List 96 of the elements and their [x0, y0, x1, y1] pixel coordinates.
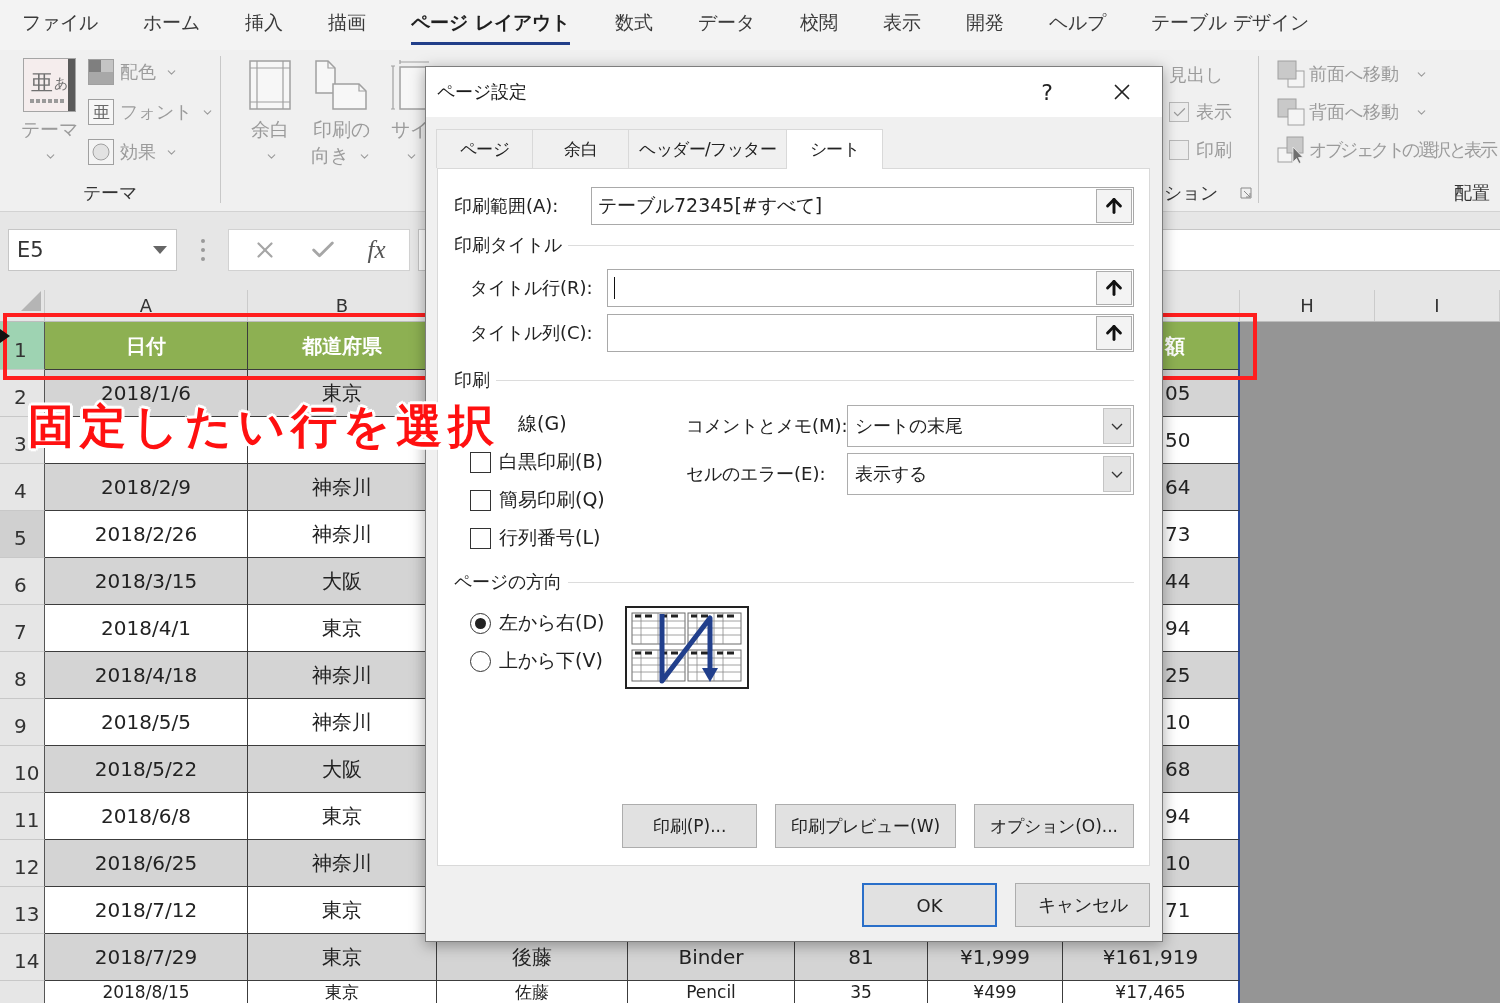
insert-function-button[interactable]: fx: [367, 236, 386, 264]
dialog-tab[interactable]: ページ: [436, 129, 533, 168]
dialog-tab[interactable]: シート: [786, 129, 884, 169]
field-label: タイトル列(C):: [470, 321, 594, 345]
dropdown-field[interactable]: シートの末尾: [847, 405, 1134, 447]
page-margins-icon: [249, 60, 291, 110]
caret-icon: [153, 246, 167, 254]
radio-button[interactable]: [470, 612, 491, 634]
title-input-field[interactable]: [607, 314, 1134, 352]
pages-icon: [315, 60, 367, 110]
field-label: タイトル行(R):: [470, 276, 594, 300]
title-input-field[interactable]: [607, 269, 1134, 307]
chevron-down-icon: [1103, 456, 1131, 492]
section-heading: 印刷タイトル: [454, 233, 562, 257]
checkbox[interactable]: [470, 489, 491, 511]
checkbox-label[interactable]: 行列番号(L): [499, 525, 601, 551]
table-cell: 2018/8/15: [45, 981, 248, 1003]
section-heading: 印刷: [454, 368, 490, 392]
row-header[interactable]: 4: [0, 464, 45, 511]
table-cell: 2018/7/29: [45, 934, 248, 981]
ribbon-heading-label: 見出し: [1169, 63, 1224, 87]
bring-forward-icon: [1277, 60, 1305, 88]
row-header[interactable]: 12: [0, 840, 45, 887]
field-label: コメントとメモ(M):: [686, 414, 847, 438]
row-header[interactable]: 9: [0, 699, 45, 746]
ribbon-tab[interactable]: データ: [697, 0, 755, 45]
dialog-button[interactable]: 印刷プレビュー(W): [775, 804, 957, 848]
chevron-down-icon: [1103, 408, 1131, 444]
checkbox[interactable]: [470, 451, 491, 473]
section-heading: ページの方向: [454, 570, 562, 594]
row-header[interactable]: 10: [0, 746, 45, 793]
row-header[interactable]: 11: [0, 793, 45, 840]
ribbon-tab[interactable]: 数式: [614, 0, 653, 45]
table-cell: 2018/2/9: [45, 464, 248, 511]
print-area-field[interactable]: テーブル72345[#すべて]: [591, 187, 1134, 225]
table-cell: Pencil: [628, 981, 795, 1003]
checkbox[interactable]: [470, 527, 491, 549]
group-label: ション: [1164, 181, 1218, 205]
vertical-dots-icon[interactable]: [200, 239, 205, 261]
dialog-launcher-icon[interactable]: [1240, 187, 1252, 199]
default-button[interactable]: OK: [862, 883, 997, 927]
dropdown-field[interactable]: 表示する: [847, 453, 1134, 495]
ribbon-tab[interactable]: ヘルプ: [1048, 0, 1106, 45]
table-cell: 佐藤: [437, 981, 628, 1003]
collapse-button[interactable]: [1096, 316, 1132, 350]
ribbon-tab[interactable]: 校閲: [799, 0, 838, 45]
group-label: テーマ: [83, 181, 137, 205]
ribbon-tab[interactable]: 開発: [965, 0, 1004, 45]
radio-button[interactable]: [470, 650, 491, 672]
table-cell: 2018/6/25: [45, 840, 248, 887]
table-cell: 35: [795, 981, 928, 1003]
table-cell: 東京: [248, 934, 437, 981]
help-button[interactable]: ?: [1029, 74, 1065, 110]
theme-icon: 亜 あ: [22, 58, 76, 112]
table-cell: 2018/3/15: [45, 558, 248, 605]
page-order-icon: [625, 606, 749, 689]
selection-pane-icon: [1277, 136, 1305, 164]
ribbon-tab[interactable]: ファイル: [22, 0, 98, 45]
collapse-button[interactable]: [1096, 271, 1132, 305]
dialog-button[interactable]: キャンセル: [1015, 883, 1150, 927]
send-backward-icon: [1277, 98, 1305, 126]
ribbon-tab[interactable]: テーブル デザイン: [1150, 0, 1309, 45]
dialog-title: ページ設定: [437, 80, 527, 104]
collapse-button[interactable]: [1096, 189, 1132, 223]
name-box[interactable]: E5: [8, 229, 177, 271]
row-header[interactable]: 14: [0, 934, 45, 981]
row-header[interactable]: 13: [0, 887, 45, 934]
arrow-cursor-icon: [0, 329, 10, 343]
table-cell: ¥499: [928, 981, 1063, 1003]
radio-label[interactable]: 左から右(D): [499, 610, 605, 636]
dialog-button[interactable]: 印刷(P)...: [622, 804, 758, 848]
checkbox-label[interactable]: 線(G): [518, 411, 567, 437]
row-header[interactable]: 6: [0, 558, 45, 605]
ribbon-tab[interactable]: 挿入: [245, 0, 283, 45]
table-cell: 東京: [248, 981, 437, 1003]
field-label: 印刷範囲(A):: [454, 194, 560, 218]
row-header[interactable]: 8: [0, 652, 45, 699]
row-header[interactable]: 5: [0, 511, 45, 558]
row-header[interactable]: 7: [0, 605, 45, 652]
color-squares-icon: [88, 59, 114, 85]
table-cell: 2018/4/18: [45, 652, 248, 699]
dialog-button[interactable]: オプション(O)...: [974, 804, 1134, 848]
header-cell: 日付: [45, 322, 248, 370]
effects-icon: [88, 139, 114, 165]
table-cell: 2018/5/22: [45, 746, 248, 793]
ribbon-tab[interactable]: 表示: [882, 0, 921, 45]
ribbon-tab[interactable]: 描画: [328, 0, 366, 45]
radio-label[interactable]: 上から下(V): [499, 648, 603, 674]
table-cell: ¥161,919: [1063, 934, 1240, 981]
font-icon: 亜: [88, 99, 114, 125]
checkbox-label[interactable]: 白黒印刷(B): [499, 449, 603, 475]
checkbox-label[interactable]: 簡易印刷(Q): [499, 487, 605, 513]
group-label: 配置: [1454, 181, 1490, 205]
field-label: セルのエラー(E):: [686, 462, 827, 486]
ribbon-tab[interactable]: ホーム: [143, 0, 200, 45]
ribbon-tab[interactable]: ページ レイアウト: [411, 0, 570, 45]
